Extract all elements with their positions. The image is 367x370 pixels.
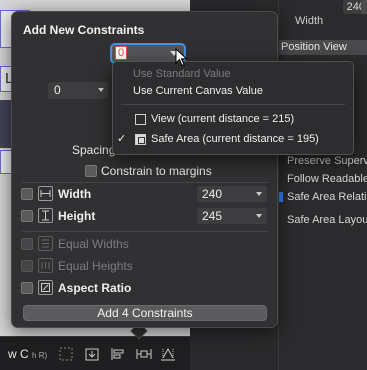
align-icon[interactable] — [110, 346, 126, 362]
add-constraints-popover: Add New Constraints 0 0 Spacing Constrai… — [11, 11, 278, 328]
checkmark-icon: ✓ — [117, 133, 127, 145]
safe-area-relative-checkbox[interactable] — [279, 192, 283, 202]
popover-title: Add New Constraints — [23, 23, 145, 37]
leading-spacing-combobox[interactable]: 0 — [48, 82, 108, 99]
resolve-issues-icon[interactable] — [160, 346, 176, 362]
inspector-panel: 240 Width Position View Preserve Superv … — [278, 0, 367, 370]
equal-widths-icon — [38, 236, 53, 251]
aspect-ratio-label: Aspect Ratio — [58, 281, 132, 295]
preserve-superview-option[interactable]: Preserve Superv — [287, 155, 367, 167]
width-checkbox[interactable] — [21, 188, 33, 200]
chevron-down-icon[interactable] — [98, 88, 104, 92]
safe-area-icon — [135, 134, 146, 145]
width-value-combobox[interactable]: 240 — [197, 186, 267, 202]
divider — [22, 231, 268, 232]
size-width-stepper[interactable] — [361, 0, 367, 14]
aspect-ratio-checkbox[interactable] — [21, 282, 33, 294]
width-caption: Width — [295, 15, 324, 27]
constrain-margins-checkbox[interactable] — [85, 165, 97, 177]
width-value[interactable]: 240 — [202, 187, 222, 201]
leading-spacing-value[interactable]: 0 — [54, 83, 61, 97]
device-size-class-label[interactable]: w C h R) — [8, 347, 47, 361]
height-label: Height — [58, 209, 96, 223]
update-frames-icon[interactable] — [58, 346, 74, 362]
top-spacing-value[interactable]: 0 — [115, 46, 127, 60]
height-value[interactable]: 245 — [202, 209, 222, 223]
equal-heights-icon — [38, 258, 53, 273]
device-label-main: w C — [8, 347, 29, 361]
equal-heights-checkbox[interactable] — [21, 260, 33, 272]
canvas-bottom-toolbar: w C h R) — [0, 336, 190, 370]
height-value-combobox[interactable]: 245 — [197, 208, 267, 224]
width-label: Width — [58, 187, 92, 201]
menu-item-safe-area[interactable]: ✓ Safe Area (current distance = 195) — [113, 131, 353, 148]
embed-in-icon[interactable] — [84, 346, 100, 362]
spacing-label: Spacing — [72, 143, 116, 157]
menu-item-view[interactable]: View (current distance = 215) — [113, 111, 353, 128]
menu-divider — [121, 104, 345, 105]
menu-item-use-current-canvas-value[interactable]: Use Current Canvas Value — [113, 83, 353, 100]
device-label-sub: h R) — [32, 351, 48, 360]
spacing-options-menu: Use Standard Value Use Current Canvas Va… — [112, 61, 354, 155]
safe-area-layout-option[interactable]: Safe Area Layou — [287, 214, 367, 226]
mouse-cursor-icon — [175, 48, 188, 67]
follow-readable-option[interactable]: Follow Readable — [287, 173, 367, 185]
add-constraints-button[interactable]: Add 4 Constraints — [23, 305, 267, 321]
divider — [22, 182, 268, 183]
chevron-down-icon[interactable] — [256, 214, 262, 218]
chevron-down-icon[interactable] — [256, 192, 262, 196]
equal-widths-label: Equal Widths — [58, 237, 129, 251]
aspect-ratio-icon — [38, 280, 53, 295]
menu-item-use-standard-value[interactable]: Use Standard Value — [113, 66, 353, 83]
safe-area-relative-option[interactable]: Safe Area Relati — [287, 191, 367, 203]
menu-item-view-label: View (current distance = 215) — [151, 113, 295, 125]
equal-widths-checkbox[interactable] — [21, 238, 33, 250]
add-constraints-icon[interactable] — [136, 346, 152, 362]
menu-item-safe-area-label: Safe Area (current distance = 195) — [151, 133, 319, 145]
height-checkbox[interactable] — [21, 210, 33, 222]
constrain-margins-label: Constrain to margins — [101, 164, 212, 178]
view-icon — [135, 114, 146, 125]
equal-heights-label: Equal Heights — [58, 259, 133, 273]
position-view-button[interactable]: Position View — [279, 40, 367, 55]
width-icon — [38, 186, 53, 201]
height-icon — [38, 208, 53, 223]
top-spacing-combobox[interactable]: 0 — [112, 45, 184, 62]
